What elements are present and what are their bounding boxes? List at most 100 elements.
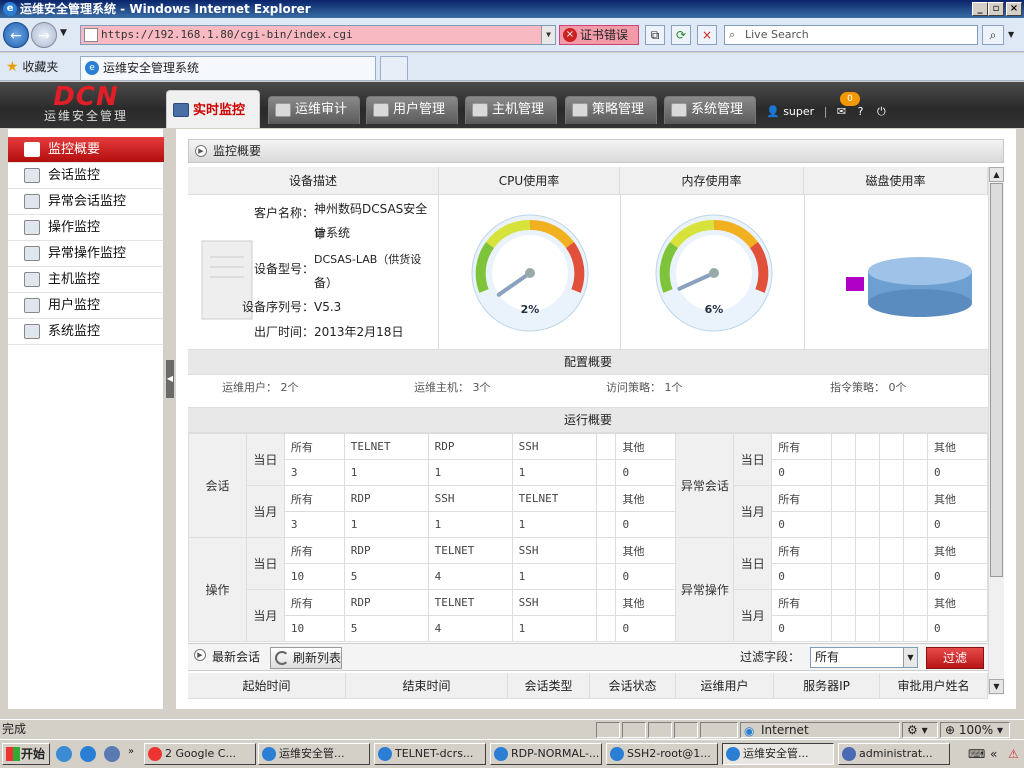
help-icon[interactable]: ? bbox=[858, 105, 864, 118]
tab-audit[interactable]: 运维审计 bbox=[268, 96, 360, 124]
status-bar: 完成 ◉ Internet ⚙ ▾ ⊕ 100% ▾ bbox=[0, 719, 1024, 739]
forward-button[interactable]: → bbox=[31, 22, 57, 48]
runtime-cell: 10 bbox=[283, 563, 345, 590]
task-chrome[interactable]: 2 Google C... bbox=[144, 743, 256, 765]
tray-expand-icon[interactable]: « bbox=[990, 747, 997, 761]
message-icon[interactable]: ✉ bbox=[837, 105, 846, 118]
tab-realtime-monitor[interactable]: 实时监控 bbox=[166, 90, 260, 128]
col-start-time[interactable]: 起始时间 bbox=[188, 673, 346, 699]
sidebar-item-system[interactable]: 系统监控 bbox=[8, 319, 164, 345]
search-options-icon[interactable]: ▼ bbox=[1008, 30, 1014, 39]
quicklaunch-ie-icon[interactable] bbox=[56, 746, 72, 762]
network-icon[interactable]: ⚠ bbox=[1008, 747, 1019, 761]
sidebar-item-abnormal-operation[interactable]: 异常操作监控 bbox=[8, 241, 164, 267]
sidebar-item-host[interactable]: 主机监控 bbox=[8, 267, 164, 293]
tab-host-management[interactable]: 主机管理 bbox=[465, 96, 557, 124]
runtime-cell bbox=[903, 511, 928, 538]
sidebar-item-session[interactable]: 会话监控 bbox=[8, 163, 164, 189]
runtime-cell: SSH bbox=[511, 433, 597, 460]
task-rdp[interactable]: RDP-NORMAL-... bbox=[490, 743, 602, 765]
refresh-button[interactable]: ⟳ bbox=[671, 25, 691, 45]
username[interactable]: super bbox=[783, 105, 814, 118]
search-button[interactable]: ⌕ bbox=[982, 25, 1004, 45]
task-telnet[interactable]: TELNET-dcrs... bbox=[374, 743, 486, 765]
zoom-button[interactable]: ⊕ 100% ▾ bbox=[940, 722, 1010, 738]
browser-tab[interactable]: e 运维安全管理系统 bbox=[80, 56, 376, 80]
certificate-error-button[interactable]: × 证书错误 bbox=[559, 25, 639, 45]
runtime-row: 当月 所有 RDP TELNET SSH 其他 当月 所有 其他 bbox=[189, 589, 988, 642]
address-bar[interactable]: https://192.168.1.80/cgi-bin/index.cgi ▼ bbox=[80, 25, 556, 45]
sidebar-item-abnormal-session[interactable]: 异常会话监控 bbox=[8, 189, 164, 215]
col-ops-user[interactable]: 运维用户 bbox=[676, 673, 774, 699]
col-end-time[interactable]: 结束时间 bbox=[346, 673, 508, 699]
runtime-cell bbox=[879, 615, 904, 642]
address-dropdown-icon[interactable]: ▼ bbox=[541, 26, 555, 44]
user-area: 👤 super | ✉ ? ⏻ bbox=[766, 104, 886, 120]
vertical-scrollbar[interactable]: ▲ ▼ bbox=[988, 167, 1004, 695]
ie-icon bbox=[494, 747, 508, 761]
runtime-cell: 3 bbox=[283, 511, 345, 538]
runtime-row: 会话 当日 所有 TELNET RDP SSH 其他 异常会话 当日 所有 其他 bbox=[188, 433, 988, 538]
favorites-button[interactable]: ★ 收藏夹 bbox=[6, 57, 58, 77]
filter-field-select[interactable]: 所有 ▼ bbox=[810, 647, 918, 668]
mem-gauge-value: 6% bbox=[705, 303, 724, 316]
page-icon bbox=[84, 28, 98, 42]
close-button[interactable]: × bbox=[1006, 2, 1022, 16]
quicklaunch-ie2-icon[interactable] bbox=[80, 746, 96, 762]
browser-tab-title: 运维安全管理系统 bbox=[103, 61, 200, 75]
task-ie-1[interactable]: 运维安全管... bbox=[258, 743, 370, 765]
scroll-down-icon[interactable]: ▼ bbox=[989, 679, 1004, 694]
protected-mode-button[interactable]: ⚙ ▾ bbox=[902, 722, 938, 738]
runtime-cell: 所有 bbox=[771, 589, 833, 616]
runtime-period-label: 当月 bbox=[733, 589, 773, 642]
chevron-right-icon: ▶ bbox=[195, 145, 207, 157]
search-input[interactable]: ⌕ Live Search bbox=[724, 25, 978, 45]
sidebar-item-operation[interactable]: 操作监控 bbox=[8, 215, 164, 241]
message-count-badge: 0 bbox=[840, 92, 860, 106]
tab-label: 系统管理 bbox=[691, 102, 744, 117]
start-button[interactable]: 开始 bbox=[2, 743, 50, 765]
tab-user-management[interactable]: 用户管理 bbox=[366, 96, 458, 124]
sessions-table-header: 起始时间 结束时间 会话类型 会话状态 运维用户 服务器IP 审批用户姓名 bbox=[188, 673, 988, 699]
config-hosts: 运维主机： 3个 bbox=[414, 381, 491, 394]
runtime-period-label: 当日 bbox=[245, 537, 285, 590]
minimize-button[interactable]: _ bbox=[972, 2, 988, 16]
col-server-ip[interactable]: 服务器IP bbox=[774, 673, 880, 699]
config-summary-title: 配置概要 bbox=[188, 349, 988, 375]
sidebar-collapse-button[interactable]: ◀ bbox=[166, 360, 174, 398]
task-administrator[interactable]: administrat... bbox=[838, 743, 950, 765]
runtime-cell: 1 bbox=[427, 459, 513, 486]
task-ssh[interactable]: SSH2-root@1... bbox=[606, 743, 718, 765]
history-dropdown-icon[interactable]: ▼ bbox=[60, 28, 67, 38]
keyboard-icon[interactable]: ⌨ bbox=[968, 747, 985, 761]
tab-policy-management[interactable]: 策略管理 bbox=[565, 96, 657, 124]
sidebar-item-overview[interactable]: 监控概要 bbox=[8, 137, 164, 163]
stop-button[interactable]: × bbox=[697, 25, 717, 45]
col-approver-name[interactable]: 审批用户姓名 bbox=[880, 673, 988, 699]
filter-button[interactable]: 过滤 bbox=[926, 647, 984, 669]
task-ie-active[interactable]: 运维安全管... bbox=[722, 743, 834, 765]
back-button[interactable]: ← bbox=[3, 22, 29, 48]
scroll-up-icon[interactable]: ▲ bbox=[989, 167, 1004, 182]
runtime-cell: RDP bbox=[343, 589, 429, 616]
logout-icon[interactable]: ⏻ bbox=[877, 105, 886, 118]
quicklaunch-more-icon[interactable]: » bbox=[128, 746, 134, 757]
favorites-star-icon: ★ bbox=[6, 59, 19, 75]
runtime-cell bbox=[879, 459, 904, 486]
col-session-type[interactable]: 会话类型 bbox=[508, 673, 590, 699]
refresh-list-button[interactable]: 刷新列表 bbox=[270, 647, 342, 669]
quicklaunch-app-icon[interactable] bbox=[104, 746, 120, 762]
sidebar-item-label: 用户监控 bbox=[48, 298, 101, 313]
col-session-status[interactable]: 会话状态 bbox=[590, 673, 676, 699]
runtime-cell bbox=[879, 589, 904, 616]
user-icon bbox=[24, 298, 40, 313]
tab-system-management[interactable]: 系统管理 bbox=[664, 96, 756, 124]
sidebar-item-user[interactable]: 用户监控 bbox=[8, 293, 164, 319]
maximize-button[interactable]: ▫ bbox=[988, 2, 1004, 16]
logo-sub: 运维安全管理 bbox=[43, 109, 128, 123]
compat-view-button[interactable]: ⧉ bbox=[645, 25, 665, 45]
runtime-cell: 0 bbox=[926, 615, 988, 642]
scroll-thumb[interactable] bbox=[990, 183, 1003, 577]
new-tab-button[interactable] bbox=[380, 56, 408, 80]
model-label: 设备型号： bbox=[254, 262, 315, 276]
